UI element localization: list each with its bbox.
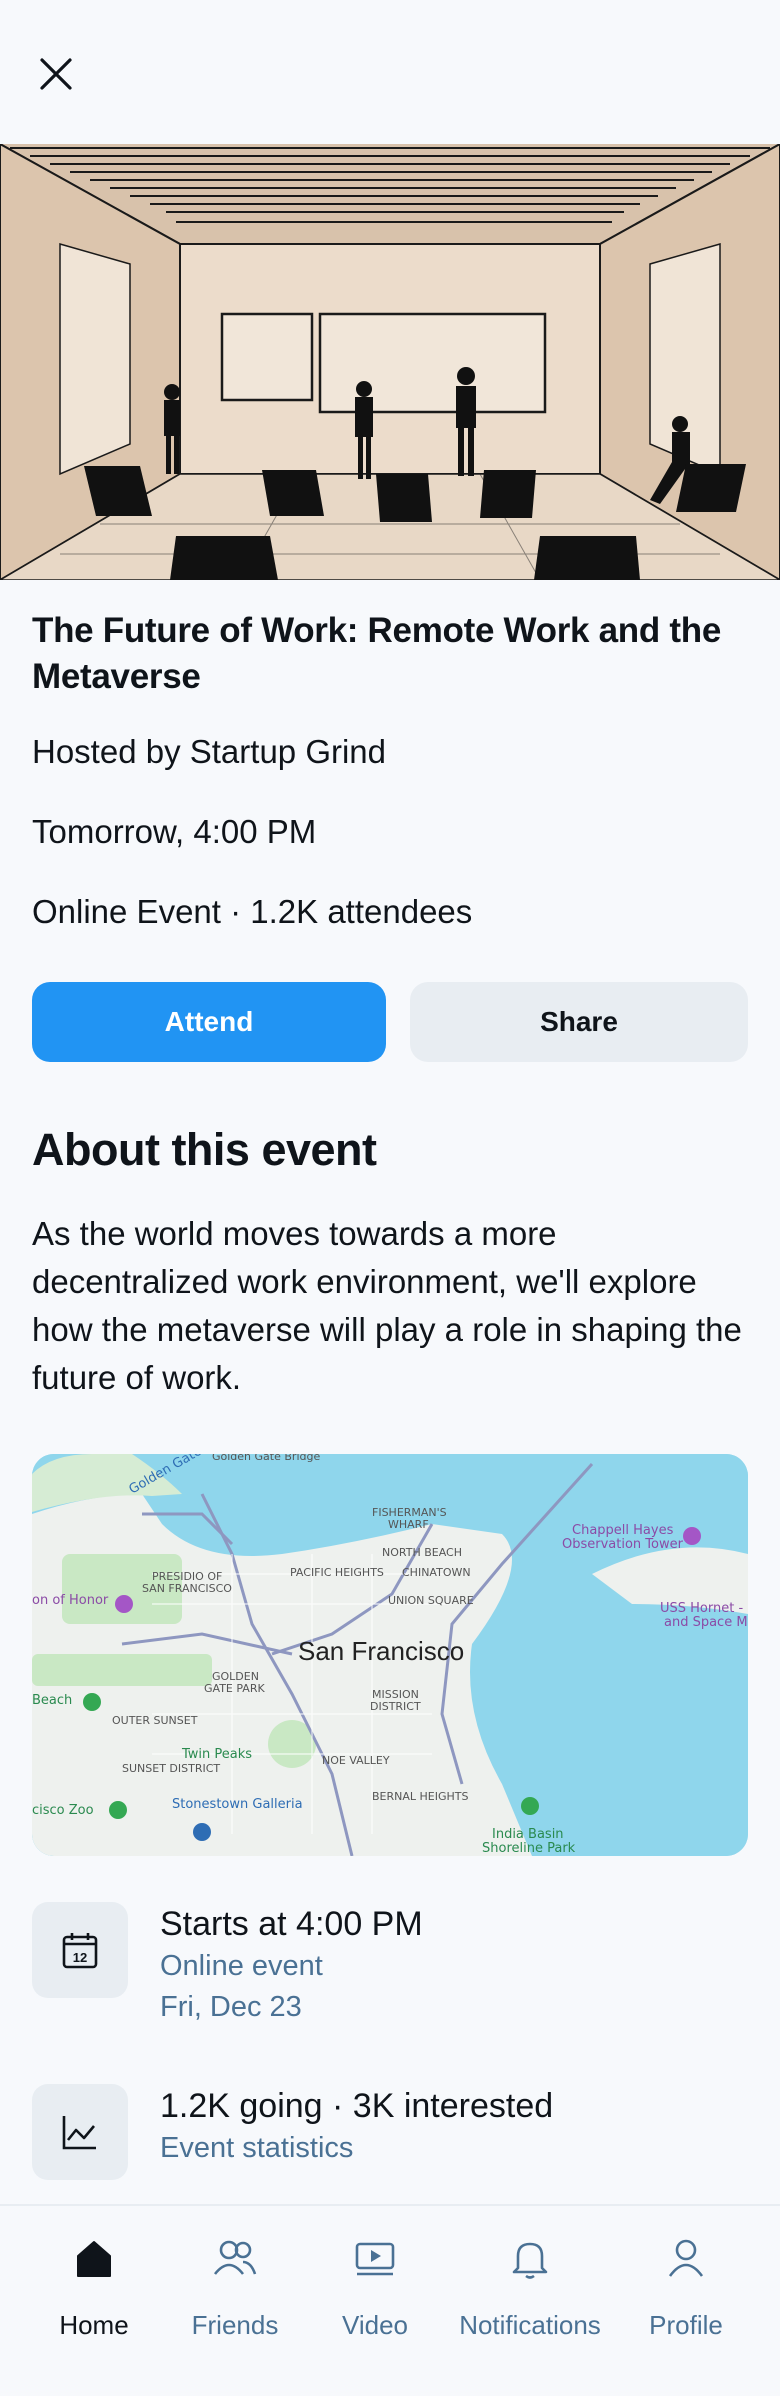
svg-text:WHARF: WHARF bbox=[388, 1518, 429, 1531]
svg-text:GATE PARK: GATE PARK bbox=[204, 1682, 265, 1695]
svg-text:PACIFIC HEIGHTS: PACIFIC HEIGHTS bbox=[290, 1566, 384, 1579]
attendance-stats: 1.2K going · 3K interested bbox=[160, 2087, 554, 2125]
video-icon bbox=[355, 2242, 395, 2276]
action-buttons: Attend Share bbox=[32, 982, 748, 1062]
svg-text:12: 12 bbox=[73, 1950, 87, 1965]
svg-text:USS Hornet -: USS Hornet - bbox=[660, 1601, 743, 1616]
nav-friends-label: Friends bbox=[191, 2310, 279, 2340]
stats-label: Event statistics bbox=[160, 2132, 354, 2164]
chart-icon bbox=[62, 2116, 96, 2150]
svg-text:Twin Peaks: Twin Peaks bbox=[181, 1747, 252, 1762]
svg-text:SUNSET DISTRICT: SUNSET DISTRICT bbox=[122, 1762, 220, 1775]
event-map[interactable]: Golden Gate Bridge FISHERMAN'S WHARF NORT… bbox=[32, 1454, 748, 1856]
svg-text:Beach: Beach bbox=[32, 1693, 72, 1708]
nav-friends[interactable]: Friends bbox=[180, 2226, 290, 2356]
event-datetime: Tomorrow, 4:00 PM bbox=[32, 813, 317, 850]
event-host: Hosted by Startup Grind bbox=[32, 733, 387, 770]
svg-text:and Space M: and Space M bbox=[664, 1615, 748, 1630]
event-date: Fri, Dec 23 bbox=[160, 1991, 302, 2023]
top-bar bbox=[0, 0, 780, 144]
nav-home[interactable]: Home bbox=[44, 2226, 144, 2356]
calendar-icon: 12 bbox=[62, 1933, 98, 1969]
chart-icon-box bbox=[32, 2084, 128, 2180]
friends-icon bbox=[213, 2240, 257, 2275]
svg-text:NORTH BEACH: NORTH BEACH bbox=[382, 1546, 462, 1559]
close-icon bbox=[40, 58, 72, 90]
event-stats-row: 1.2K going · 3K interested Event statist… bbox=[32, 2084, 748, 2180]
calendar-icon-box: 12 bbox=[32, 1902, 128, 1998]
svg-text:Stonestown Galleria: Stonestown Galleria bbox=[172, 1797, 303, 1812]
svg-text:CHINATOWN: CHINATOWN bbox=[402, 1566, 471, 1579]
nav-home-label: Home bbox=[59, 2310, 129, 2340]
event-header: The Future of Work: Remote Work and the … bbox=[32, 600, 748, 932]
nav-profile[interactable]: Profile bbox=[636, 2226, 736, 2356]
nav-notifications[interactable]: Notifications bbox=[450, 2226, 610, 2356]
event-cover-image bbox=[0, 144, 780, 580]
home-icon bbox=[77, 2241, 111, 2277]
svg-text:Observation Tower: Observation Tower bbox=[562, 1537, 684, 1552]
attend-button[interactable]: Attend bbox=[32, 982, 386, 1062]
about-description: As the world moves towards a more decent… bbox=[32, 1215, 742, 1396]
event-title: The Future of Work: Remote Work and the … bbox=[32, 611, 721, 696]
share-button[interactable]: Share bbox=[410, 982, 748, 1062]
svg-text:on of Honor: on of Honor bbox=[32, 1593, 109, 1608]
nav-video[interactable]: Video bbox=[325, 2226, 425, 2356]
event-type: Online event bbox=[160, 1950, 323, 1982]
svg-text:India Basin: India Basin bbox=[492, 1827, 564, 1842]
svg-text:DISTRICT: DISTRICT bbox=[370, 1700, 421, 1713]
event-location-attendance: Online Event · 1.2K attendees bbox=[32, 893, 473, 930]
bell-icon bbox=[512, 2242, 548, 2279]
svg-text:BERNAL HEIGHTS: BERNAL HEIGHTS bbox=[372, 1790, 468, 1803]
start-time: Starts at 4:00 PM bbox=[160, 1905, 423, 1943]
svg-text:Shoreline Park: Shoreline Park bbox=[482, 1841, 576, 1856]
svg-text:NOE VALLEY: NOE VALLEY bbox=[322, 1754, 390, 1767]
profile-icon bbox=[668, 2239, 704, 2277]
svg-text:OUTER SUNSET: OUTER SUNSET bbox=[112, 1714, 198, 1727]
about-heading: About this event bbox=[32, 1124, 377, 1175]
event-time-row: 12 Starts at 4:00 PM Online event Fri, D… bbox=[32, 1902, 748, 2028]
svg-text:SAN FRANCISCO: SAN FRANCISCO bbox=[142, 1582, 232, 1595]
nav-video-label: Video bbox=[341, 2310, 409, 2340]
map-city-label: San Francisco bbox=[298, 1636, 464, 1666]
svg-text:cisco Zoo: cisco Zoo bbox=[32, 1803, 94, 1818]
svg-text:Chappell Hayes: Chappell Hayes bbox=[572, 1523, 674, 1538]
close-button[interactable] bbox=[32, 50, 80, 98]
bottom-nav: Home Friends Video Notifications Profile bbox=[0, 2204, 780, 2396]
svg-text:Golden Gate Bridge: Golden Gate Bridge bbox=[212, 1454, 320, 1463]
svg-text:UNION SQUARE: UNION SQUARE bbox=[388, 1594, 474, 1607]
nav-profile-label: Profile bbox=[649, 2310, 723, 2340]
nav-notifications-label: Notifications bbox=[459, 2310, 601, 2340]
